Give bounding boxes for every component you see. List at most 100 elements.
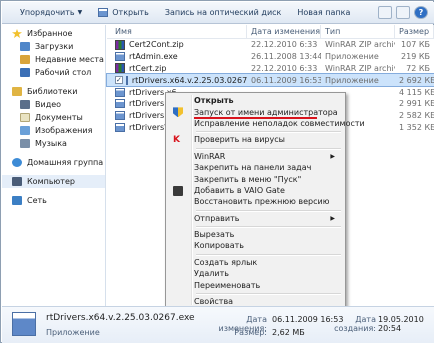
menu-item-label: Удалить <box>194 269 229 279</box>
vaio-gate-icon <box>173 185 183 196</box>
menu-item-delete[interactable]: Удалить <box>168 268 343 279</box>
file-size: 107 КБ <box>401 40 430 50</box>
nav-item-music[interactable]: Музыка <box>2 137 105 150</box>
menu-item-label: Закрепить на панели задач <box>194 163 312 173</box>
nav-item-downloads[interactable]: Загрузки <box>2 40 105 53</box>
file-type: Приложение <box>325 75 379 85</box>
star-icon <box>12 29 22 38</box>
burn-label: Запись на оптический диск <box>164 8 282 17</box>
preview-pane-icon[interactable] <box>396 6 410 19</box>
nav-item-documents[interactable]: Документы <box>2 111 105 124</box>
application-icon <box>115 111 125 121</box>
application-icon <box>125 75 128 85</box>
details-pane: rtDrivers.x64.v.2.25.03.0267.exe Приложе… <box>2 306 434 343</box>
menu-item-scan[interactable]: K Проверить на вирусы <box>168 134 343 145</box>
menu-item-pin-taskbar[interactable]: Закрепить на панели задач <box>168 162 343 173</box>
file-name: rtCert.zip <box>129 63 167 73</box>
column-size[interactable]: Размер <box>395 25 434 38</box>
menu-item-label: Добавить в VAIO Gate <box>194 185 285 195</box>
menu-item-restore[interactable]: Восстановить прежнюю версию <box>168 196 343 207</box>
uac-shield-icon <box>173 107 183 118</box>
organize-label: Упорядочить <box>20 8 75 17</box>
file-row[interactable]: Cert2Cont.zip 22.12.2010 6:33 WinRAR ZIP… <box>107 39 434 51</box>
menu-item-label: Переименовать <box>194 280 261 290</box>
menu-item-cut[interactable]: Вырезать <box>168 229 343 240</box>
details-file-type: Приложение <box>46 328 100 337</box>
menu-item-pin-start[interactable]: Закрепить в меню "Пуск" <box>168 173 343 184</box>
submenu-arrow-icon: ▶ <box>330 214 335 222</box>
nav-favorites[interactable]: Избранное <box>2 27 105 40</box>
selection-checkbox[interactable]: ✓ <box>115 76 123 85</box>
menu-item-open[interactable]: Открыть <box>168 95 343 106</box>
organize-button[interactable]: Упорядочить ▼ <box>14 4 88 22</box>
menu-item-run-as-admin[interactable]: Запуск от имени администратора <box>168 106 343 120</box>
menu-item-label: Вырезать <box>194 230 235 240</box>
column-date[interactable]: Дата изменения <box>247 25 321 38</box>
recent-places-icon <box>20 55 30 64</box>
file-size: 2 692 КБ <box>399 75 434 85</box>
menu-item-winrar[interactable]: WinRAR ▶ <box>168 151 343 162</box>
details-file-name: rtDrivers.x64.v.2.25.03.0267.exe <box>46 313 195 323</box>
file-date: 06.11.2009 16:53 <box>251 75 321 85</box>
new-folder-button[interactable]: Новая папка <box>291 4 356 22</box>
file-name: rtDrivers.x64.v.2.25.03.0267.exe <box>131 75 247 85</box>
open-button[interactable]: Открыть <box>92 4 155 22</box>
network-icon <box>12 196 22 205</box>
file-date: 22.12.2010 6:33 <box>251 63 318 73</box>
desktop-icon <box>20 68 30 77</box>
libraries-icon <box>12 87 22 96</box>
menu-item-label: WinRAR <box>194 151 226 161</box>
nav-network[interactable]: Сеть <box>2 194 105 207</box>
pictures-icon <box>20 126 30 135</box>
menu-item-label: Свойства <box>194 297 234 307</box>
help-icon[interactable]: ? <box>414 6 428 19</box>
file-row[interactable]: rtAdmin.exe 26.11.2008 13:44 Приложение … <box>107 51 434 63</box>
nav-computer-label: Компьютер <box>27 177 75 186</box>
menu-item-label: Копировать <box>194 241 244 251</box>
view-options-icon[interactable] <box>378 6 392 19</box>
file-size: 2 991 КБ <box>399 99 434 109</box>
chevron-down-icon: ▼ <box>77 9 83 16</box>
nav-computer[interactable]: Компьютер <box>2 175 105 188</box>
file-size: 1 352 КБ <box>399 122 434 132</box>
nav-libraries[interactable]: Библиотеки <box>2 85 105 98</box>
nav-item-video[interactable]: Видео <box>2 98 105 111</box>
nav-item-label: Изображения <box>35 126 93 135</box>
menu-item-shortcut[interactable]: Создать ярлык <box>168 257 343 268</box>
file-size: 2 582 КБ <box>399 111 434 121</box>
file-name: rtAdmin.exe <box>129 52 178 62</box>
nav-item-recent-places[interactable]: Недавние места <box>2 53 105 66</box>
zip-archive-icon <box>115 63 125 74</box>
documents-icon <box>20 113 30 122</box>
nav-homegroup[interactable]: Домашняя группа <box>2 156 105 169</box>
file-name: Cert2Cont.zip <box>129 40 184 50</box>
application-icon <box>115 87 125 97</box>
menu-item-vaio-gate[interactable]: Добавить в VAIO Gate <box>168 185 343 196</box>
menu-item-copy[interactable]: Копировать <box>168 240 343 251</box>
homegroup-icon <box>12 158 22 167</box>
nav-item-label: Документы <box>35 113 83 122</box>
file-type: WinRAR ZIP archive <box>325 63 395 73</box>
menu-item-rename[interactable]: Переименовать <box>168 279 343 290</box>
menu-item-compat[interactable]: Исправление неполадок совместимости <box>168 118 365 129</box>
file-type: WinRAR ZIP archive <box>325 40 395 50</box>
file-row-selected[interactable]: ✓ rtDrivers.x64.v.2.25.03.0267.exe 06.11.… <box>106 73 434 88</box>
menu-item-send-to[interactable]: Отправить ▶ <box>168 213 343 224</box>
nav-item-desktop[interactable]: Рабочий стол <box>2 66 105 79</box>
nav-item-pictures[interactable]: Изображения <box>2 124 105 137</box>
application-large-icon <box>12 312 36 336</box>
computer-icon <box>12 177 22 186</box>
column-name[interactable]: Имя <box>107 25 247 38</box>
column-type[interactable]: Тип <box>321 25 395 38</box>
application-icon <box>115 99 125 109</box>
nav-homegroup-label: Домашняя группа <box>27 158 104 167</box>
nav-item-label: Музыка <box>35 139 67 148</box>
nav-item-label: Рабочий стол <box>35 68 92 77</box>
nav-network-label: Сеть <box>27 196 47 205</box>
burn-button[interactable]: Запись на оптический диск <box>159 4 288 22</box>
file-row[interactable]: rtCert.zip 22.12.2010 6:33 WinRAR ZIP ar… <box>107 63 434 75</box>
file-date: 26.11.2008 13:44 <box>251 52 321 62</box>
nav-item-label: Недавние места <box>35 55 104 64</box>
navigation-pane: Избранное Загрузки Недавние места Рабочи… <box>2 25 106 306</box>
file-date: 22.12.2010 6:33 <box>251 40 318 50</box>
